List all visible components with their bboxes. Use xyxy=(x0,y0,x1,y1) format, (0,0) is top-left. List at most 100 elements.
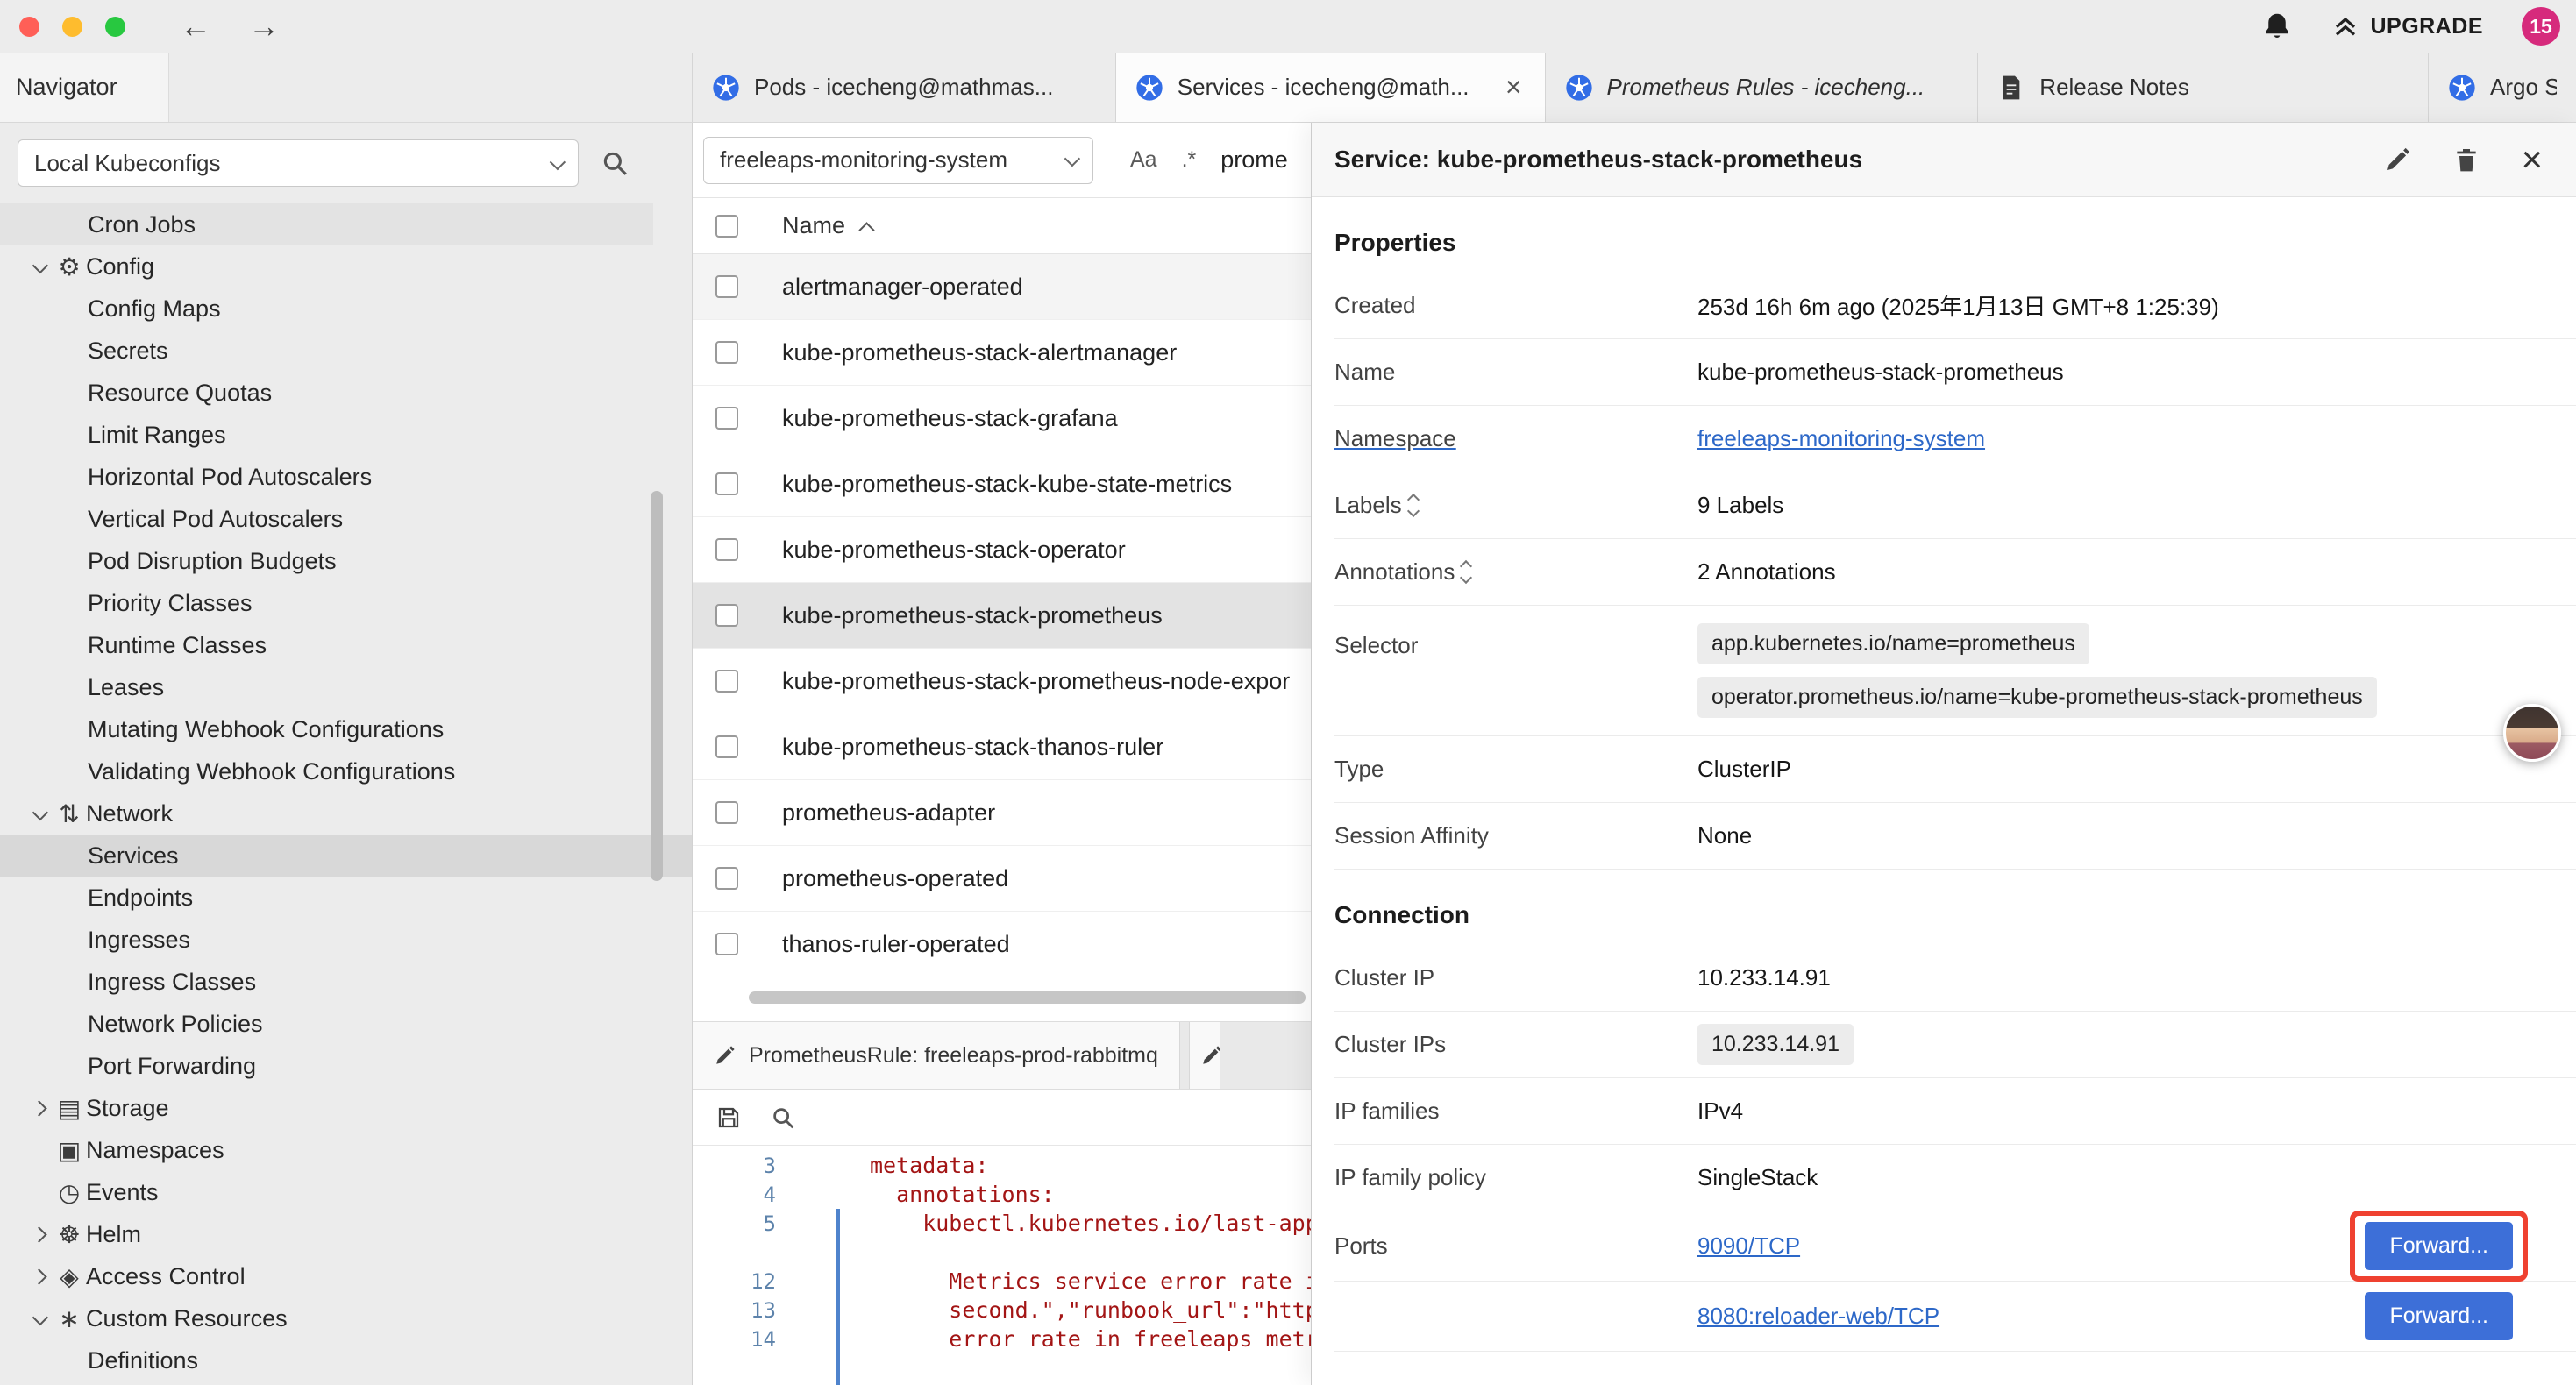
editor-tab-prometheusrule-freeleaps-prod-rabbitmq[interactable]: PrometheusRule: freeleaps-prod-rabbitmq xyxy=(693,1022,1180,1089)
sidebar-item-services[interactable]: Services xyxy=(0,835,692,877)
sidebar-item-port-forwarding[interactable]: Port Forwarding xyxy=(0,1045,692,1087)
tab-prometheus-rules-icecheng[interactable]: Prometheus Rules - icecheng... xyxy=(1546,53,1979,122)
table-row[interactable]: kube-prometheus-stack-prometheus-node-ex… xyxy=(693,649,1311,714)
sidebar-item-network[interactable]: ⇅Network xyxy=(0,792,692,835)
notification-badge[interactable]: 15 xyxy=(2522,7,2560,46)
sidebar-item-cron-jobs[interactable]: Cron Jobs xyxy=(0,203,653,245)
sidebar-item-access-control[interactable]: ◈Access Control xyxy=(0,1255,692,1297)
avatar[interactable] xyxy=(2503,704,2561,762)
sidebar-item-secrets[interactable]: Secrets xyxy=(0,330,692,372)
checkbox[interactable] xyxy=(715,604,738,627)
close-window-button[interactable] xyxy=(19,17,39,37)
close-tab-icon[interactable]: × xyxy=(1502,71,1526,103)
sidebar-item-ingress-classes[interactable]: Ingress Classes xyxy=(0,961,692,1003)
table-row[interactable]: kube-prometheus-stack-kube-state-metrics xyxy=(693,451,1311,517)
table-row[interactable]: prometheus-operated xyxy=(693,846,1311,912)
sidebar-scrollbar[interactable] xyxy=(651,491,663,881)
code-editor[interactable]: 3metadata:4 annotations:5 kubectl.kubern… xyxy=(693,1146,1311,1385)
name-column-header[interactable]: Name xyxy=(782,212,845,239)
namespace-selector[interactable]: freeleaps-monitoring-system xyxy=(703,137,1093,184)
forward-button[interactable]: → xyxy=(248,0,280,53)
sidebar-item-validating-webhook-configurations[interactable]: Validating Webhook Configurations xyxy=(0,750,692,792)
sidebar-item-horizontal-pod-autoscalers[interactable]: Horizontal Pod Autoscalers xyxy=(0,456,692,498)
minimize-window-button[interactable] xyxy=(62,17,82,37)
drawer-actions: × xyxy=(2384,141,2553,178)
search-icon[interactable] xyxy=(770,1104,796,1131)
kubeconfig-selector[interactable]: Local Kubeconfigs xyxy=(18,139,579,187)
tab-release-notes[interactable]: Release Notes xyxy=(1978,53,2429,122)
notifications-bell-icon[interactable] xyxy=(2261,11,2293,42)
horizontal-scroll-track xyxy=(693,977,1311,1021)
port-link[interactable]: 8080:reloader-web/TCP xyxy=(1697,1303,1939,1330)
sidebar-item-storage[interactable]: ▤Storage xyxy=(0,1087,692,1129)
storage-icon: ▤ xyxy=(53,1094,86,1123)
regex-toggle[interactable]: .* xyxy=(1182,147,1197,173)
table-row[interactable]: kube-prometheus-stack-operator xyxy=(693,517,1311,583)
sidebar-item-pod-disruption-budgets[interactable]: Pod Disruption Budgets xyxy=(0,540,692,582)
sidebar-item-vertical-pod-autoscalers[interactable]: Vertical Pod Autoscalers xyxy=(0,498,692,540)
horizontal-scrollbar[interactable] xyxy=(749,991,1306,1004)
sidebar-item-events[interactable]: ◷Events xyxy=(0,1171,692,1213)
tab-argo-s[interactable]: Argo S xyxy=(2429,53,2576,122)
upgrade-button[interactable]: UPGRADE xyxy=(2331,12,2483,40)
checkbox[interactable] xyxy=(715,867,738,890)
search-icon[interactable] xyxy=(600,148,630,178)
checkbox[interactable] xyxy=(715,801,738,824)
checkbox[interactable] xyxy=(715,275,738,298)
sidebar-item-network-policies[interactable]: Network Policies xyxy=(0,1003,692,1045)
sidebar-item-definitions[interactable]: Definitions xyxy=(0,1339,692,1381)
table-row[interactable]: kube-prometheus-stack-prometheus xyxy=(693,583,1311,649)
table-row[interactable]: alertmanager-operated xyxy=(693,254,1311,320)
checkbox[interactable] xyxy=(715,538,738,561)
tab-services-icecheng-math[interactable]: Services - icecheng@math...× xyxy=(1116,53,1546,122)
sidebar-item-mutating-webhook-configurations[interactable]: Mutating Webhook Configurations xyxy=(0,708,692,750)
select-all-checkbox[interactable] xyxy=(715,215,738,238)
edit-pencil-icon[interactable] xyxy=(2384,146,2412,174)
maximize-window-button[interactable] xyxy=(105,17,125,37)
tree-chevron-icon xyxy=(25,1271,53,1282)
checkbox[interactable] xyxy=(715,341,738,364)
value-link[interactable]: freeleaps-monitoring-system xyxy=(1697,425,1985,452)
sidebar-item-label: Config Maps xyxy=(88,295,221,323)
tab-pods-icecheng-mathmas[interactable]: Pods - icecheng@mathmas... xyxy=(693,53,1116,122)
delete-trash-icon[interactable] xyxy=(2452,146,2480,174)
sidebar-item-config-maps[interactable]: Config Maps xyxy=(0,288,692,330)
forward-button[interactable]: Forward... xyxy=(2365,1222,2513,1270)
sidebar-item-ingresses[interactable]: Ingresses xyxy=(0,919,692,961)
expand-toggle-icon[interactable] xyxy=(1462,562,1470,582)
sidebar-item-config[interactable]: ⚙Config xyxy=(0,245,692,288)
checkbox[interactable] xyxy=(715,472,738,495)
table-row[interactable]: prometheus-adapter xyxy=(693,780,1311,846)
forward-button[interactable]: Forward... xyxy=(2365,1292,2513,1340)
drawer-body: PropertiesCreated253d 16h 6m ago (2025年1… xyxy=(1312,229,2576,1352)
sidebar-item-runtime-classes[interactable]: Runtime Classes xyxy=(0,624,692,666)
port-link[interactable]: 9090/TCP xyxy=(1697,1232,1800,1260)
sidebar-item-priority-classes[interactable]: Priority Classes xyxy=(0,582,692,624)
code-text: annotations: xyxy=(824,1182,1055,1207)
save-icon[interactable] xyxy=(715,1104,742,1131)
match-case-toggle[interactable]: Aa xyxy=(1130,147,1157,173)
search-query-input[interactable]: prome xyxy=(1220,146,1288,174)
sidebar-item-resource-quotas[interactable]: Resource Quotas xyxy=(0,372,692,414)
sidebar-item-limit-ranges[interactable]: Limit Ranges xyxy=(0,414,692,456)
sidebar-item-leases[interactable]: Leases xyxy=(0,666,692,708)
table-row[interactable]: kube-prometheus-stack-thanos-ruler xyxy=(693,714,1311,780)
checkbox[interactable] xyxy=(715,670,738,692)
back-button[interactable]: ← xyxy=(180,0,211,53)
expand-toggle-icon[interactable] xyxy=(1409,495,1418,515)
sidebar-item-helm[interactable]: ☸Helm xyxy=(0,1213,692,1255)
table-row[interactable]: kube-prometheus-stack-alertmanager xyxy=(693,320,1311,386)
sidebar-item-namespaces[interactable]: ▣Namespaces xyxy=(0,1129,692,1171)
editor-tab-partial[interactable] xyxy=(1189,1022,1220,1089)
checkbox[interactable] xyxy=(715,407,738,430)
close-icon[interactable]: × xyxy=(2521,141,2543,178)
table-row[interactable]: thanos-ruler-operated xyxy=(693,912,1311,977)
sidebar-item-custom-resources[interactable]: ∗Custom Resources xyxy=(0,1297,692,1339)
property-label-text: Cluster IP xyxy=(1334,964,1434,991)
checkbox[interactable] xyxy=(715,933,738,955)
property-value: 253d 16h 6m ago (2025年1月13日 GMT+8 1:25:3… xyxy=(1697,289,2576,322)
checkbox[interactable] xyxy=(715,735,738,758)
sidebar-item-endpoints[interactable]: Endpoints xyxy=(0,877,692,919)
property-row-ports: Ports9090/TCPForward... xyxy=(1334,1211,2576,1282)
table-row[interactable]: kube-prometheus-stack-grafana xyxy=(693,386,1311,451)
